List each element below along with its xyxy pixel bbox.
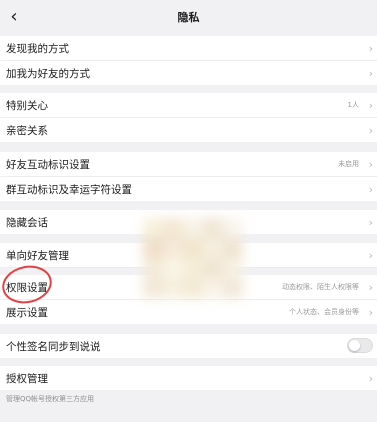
item-label: 个性签名同步到说说 <box>6 340 101 353</box>
chevron-right-icon: › <box>368 66 373 80</box>
item-label: 加我为好友的方式 <box>6 67 90 80</box>
settings-item-special-care[interactable]: 特别关心 1人 › <box>0 93 377 117</box>
chevron-right-icon: › <box>368 371 373 385</box>
chevron-right-icon: › <box>368 98 373 112</box>
chevron-right-icon: › <box>368 305 373 319</box>
privacy-settings-page: ‹ 隐私 发现我的方式 › 加我为好友的方式 › 特别关心 1人 › 亲密关系 … <box>0 0 377 422</box>
chevron-right-icon: › <box>368 182 373 196</box>
item-label: 好友互动标识设置 <box>6 158 90 171</box>
item-label: 隐藏会话 <box>6 216 48 229</box>
blurred-mosaic-overlay <box>143 218 243 298</box>
chevron-right-icon: › <box>368 280 373 294</box>
item-value: 1人 <box>347 101 359 109</box>
item-label: 群互动标识及幸运字符设置 <box>6 183 132 196</box>
item-value: 动态权限、陌生人权限等 <box>282 283 359 291</box>
item-value: 个人状态、会员身份等 <box>289 308 359 316</box>
item-value: 未启用 <box>338 160 359 168</box>
chevron-right-icon: › <box>368 215 373 229</box>
settings-item-discover-me[interactable]: 发现我的方式 › <box>0 36 377 60</box>
settings-item-friend-interaction-badge[interactable]: 好友互动标识设置 未启用 › <box>0 152 377 176</box>
item-label: 单向好友管理 <box>6 249 69 262</box>
chevron-right-icon: › <box>368 248 373 262</box>
settings-item-authorization[interactable]: 授权管理 › <box>0 366 377 390</box>
item-label: 展示设置 <box>6 306 48 319</box>
item-label: 发现我的方式 <box>6 42 69 55</box>
toggle-knob <box>349 340 360 351</box>
item-label: 授权管理 <box>6 372 48 385</box>
chevron-right-icon: › <box>368 157 373 171</box>
item-label: 特别关心 <box>6 99 48 112</box>
settings-item-group-interaction-badge[interactable]: 群互动标识及幸运字符设置 › <box>0 177 377 201</box>
settings-item-display[interactable]: 展示设置 个人状态、会员身份等 › <box>0 300 377 324</box>
signature-sync-toggle[interactable] <box>347 338 373 353</box>
page-title: 隐私 <box>177 11 200 24</box>
chevron-right-icon: › <box>368 123 373 137</box>
settings-item-add-me-as-friend[interactable]: 加我为好友的方式 › <box>0 61 377 85</box>
item-label: 亲密关系 <box>6 124 48 137</box>
header-bar: ‹ 隐私 <box>0 0 377 32</box>
settings-item-close-relationship[interactable]: 亲密关系 › <box>0 118 377 142</box>
settings-item-signature-sync: 个性签名同步到说说 <box>0 334 377 358</box>
chevron-right-icon: › <box>368 41 373 55</box>
authorization-footnote: 管理QQ帐号授权第三方应用 <box>6 395 95 403</box>
